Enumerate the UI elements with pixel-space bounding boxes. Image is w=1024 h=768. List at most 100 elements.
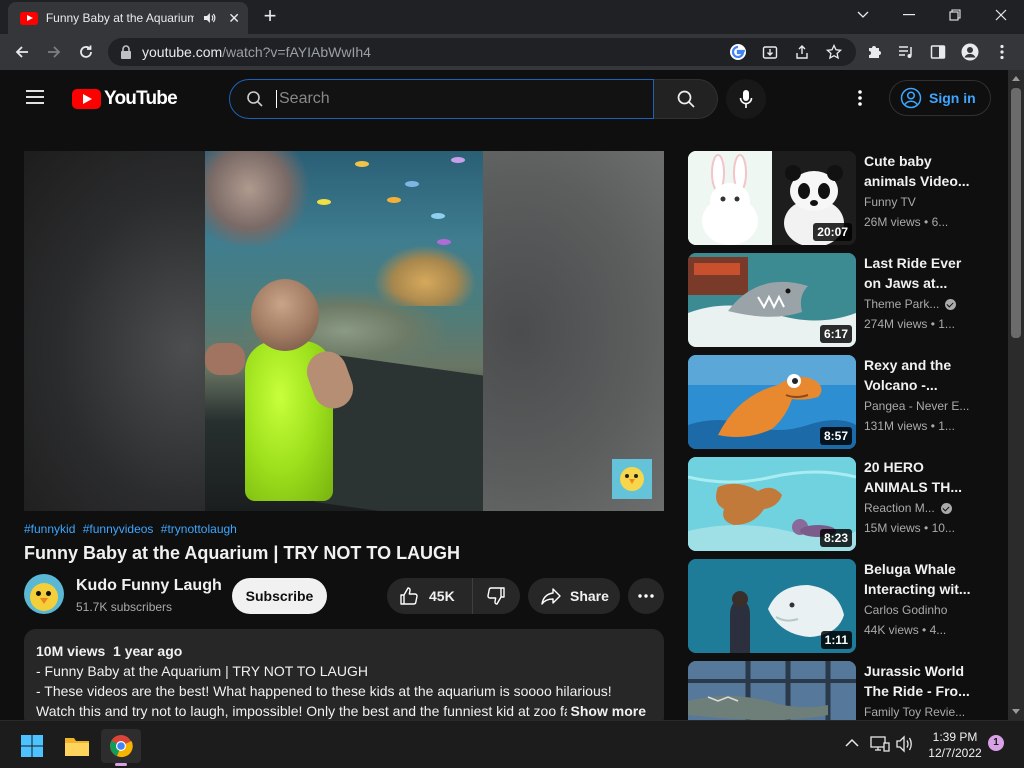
back-arrow-icon[interactable] (10, 40, 34, 64)
hamburger-menu-icon[interactable] (24, 88, 46, 106)
fish (355, 161, 369, 167)
view-date-meta: 10M views 1 year ago (36, 643, 183, 659)
voice-search-button[interactable] (726, 79, 766, 119)
settings-menu-icon[interactable] (848, 86, 872, 110)
youtube-header: YouTube Sign in (0, 70, 1008, 126)
recommended-video[interactable]: 20:07 Cute baby animals Video... Funny T… (688, 151, 1000, 245)
search-button[interactable] (654, 79, 718, 119)
recommended-video[interactable]: 6:17 Last Ride Ever on Jaws at... Theme … (688, 253, 1000, 347)
chrome-taskbar-icon[interactable] (101, 729, 141, 766)
recommended-video[interactable]: Jurassic World The Ride - Fro... Family … (688, 661, 1000, 720)
recommended-title[interactable]: Last Ride Ever on Jaws at... (864, 253, 974, 293)
system-clock[interactable]: 1:39 PM 12/7/2022 (920, 729, 990, 761)
video-duration: 1:11 (820, 631, 852, 649)
restore-button[interactable] (932, 0, 978, 30)
search-input[interactable] (276, 90, 616, 108)
close-window-button[interactable] (978, 0, 1024, 30)
scroll-up-arrow-icon[interactable] (1012, 76, 1020, 81)
like-button[interactable]: 45K (387, 578, 473, 614)
recommended-channel[interactable]: Carlos Godinho (864, 603, 947, 617)
windows-start-icon[interactable] (12, 729, 52, 763)
youtube-logo[interactable]: YouTube (72, 88, 178, 110)
media-control-icon[interactable] (894, 40, 918, 64)
show-more-link[interactable]: Show more (566, 701, 646, 721)
hashtag-link[interactable]: #funnyvideos (83, 522, 154, 536)
video-player[interactable] (24, 151, 664, 511)
chrome-menu-icon[interactable] (990, 40, 1014, 64)
recommended-channel[interactable]: Pangea - Never E... (864, 399, 969, 413)
browser-tab[interactable]: Funny Baby at the Aquarium | TRY NOT TO … (8, 2, 248, 34)
search-box[interactable] (229, 79, 654, 119)
video-thumbnail[interactable]: 6:17 (688, 253, 856, 347)
recommended-channel[interactable]: Family Toy Revie... (864, 705, 965, 719)
tray-overflow-chevron-icon[interactable] (845, 738, 859, 748)
bookmark-star-icon[interactable] (822, 40, 846, 64)
forward-arrow-icon[interactable] (42, 40, 66, 64)
install-app-icon[interactable] (758, 40, 782, 64)
network-icon[interactable] (870, 735, 890, 753)
recommended-video[interactable]: 8:57 Rexy and the Volcano -... Pangea - … (688, 355, 1000, 449)
recommended-views: 15M views • 10... (864, 521, 955, 535)
chick-icon (30, 583, 58, 611)
dislike-button[interactable] (473, 578, 519, 614)
side-panel-icon[interactable] (926, 40, 950, 64)
recommended-title[interactable]: Rexy and the Volcano -... (864, 355, 974, 395)
new-tab-button[interactable]: + (258, 5, 282, 28)
share-arrow-icon (541, 588, 561, 605)
minimize-button[interactable] (886, 0, 932, 30)
page-scrollbar[interactable] (1008, 70, 1024, 720)
volume-icon[interactable] (895, 735, 913, 753)
clock-date: 12/7/2022 (928, 746, 982, 760)
video-thumbnail[interactable]: 20:07 (688, 151, 856, 245)
video-thumbnail[interactable] (688, 661, 856, 720)
reload-icon[interactable] (74, 40, 98, 64)
recommended-views: 44K views • 4... (864, 623, 947, 637)
recommended-channel[interactable]: Funny TV (864, 195, 916, 209)
channel-avatar[interactable] (24, 574, 64, 614)
tab-close-icon[interactable]: ✕ (228, 10, 240, 27)
fish (317, 199, 331, 205)
subscribe-button[interactable]: Subscribe (232, 578, 327, 614)
video-thumbnail[interactable]: 8:57 (688, 355, 856, 449)
more-actions-button[interactable] (628, 578, 664, 614)
recommended-channel[interactable]: Theme Park... (864, 297, 957, 311)
video-thumbnail[interactable]: 1:11 (688, 559, 856, 653)
recommended-channel[interactable]: Reaction M... (864, 501, 952, 515)
verified-check-icon (940, 502, 952, 514)
video-thumbnail[interactable]: 8:23 (688, 457, 856, 551)
google-icon[interactable] (726, 40, 750, 64)
profile-icon[interactable] (958, 40, 982, 64)
file-explorer-icon[interactable] (57, 729, 97, 763)
recommended-video[interactable]: 8:23 20 HERO ANIMALS TH... Reaction M...… (688, 457, 1000, 551)
recommended-title[interactable]: Beluga Whale Interacting wit... (864, 559, 974, 599)
tab-search-icon[interactable] (840, 0, 886, 30)
video-title: Funny Baby at the Aquarium | TRY NOT TO … (24, 543, 461, 563)
recommended-title[interactable]: Jurassic World The Ride - Fro... (864, 661, 974, 701)
video-frame (205, 151, 483, 511)
hashtag-link[interactable]: #trynottolaugh (161, 522, 237, 536)
browser-toolbar: youtube.com/watch?v=fAYIAbWwIh4 (0, 34, 1024, 70)
channel-name[interactable]: Kudo Funny Laugh (76, 577, 222, 595)
lock-icon[interactable] (120, 45, 132, 59)
speaker-icon[interactable] (202, 11, 216, 25)
recommended-video[interactable]: 1:11 Beluga Whale Interacting wit... Car… (688, 559, 1000, 653)
clock-time: 1:39 PM (932, 730, 978, 744)
extensions-puzzle-icon[interactable] (862, 40, 886, 64)
hashtag-link[interactable]: #funnykid (24, 522, 75, 536)
video-blur-right (483, 151, 664, 511)
sign-in-button[interactable]: Sign in (889, 80, 991, 116)
recommended-title[interactable]: 20 HERO ANIMALS TH... (864, 457, 974, 497)
description-box[interactable]: 10M views 1 year ago - Funny Baby at the… (24, 629, 664, 729)
coral (205, 151, 315, 246)
notification-badge[interactable]: 1 (988, 735, 1004, 751)
recommended-title[interactable]: Cute baby animals Video... (864, 151, 974, 191)
scrollbar-thumb[interactable] (1011, 88, 1021, 338)
like-count: 45K (429, 588, 455, 604)
thumbs-down-icon (487, 587, 505, 605)
active-app-indicator (115, 763, 127, 766)
channel-watermark[interactable] (612, 459, 652, 499)
share-page-icon[interactable] (790, 40, 814, 64)
fish (405, 181, 419, 187)
scroll-down-arrow-icon[interactable] (1012, 709, 1020, 714)
share-button[interactable]: Share (528, 578, 620, 614)
